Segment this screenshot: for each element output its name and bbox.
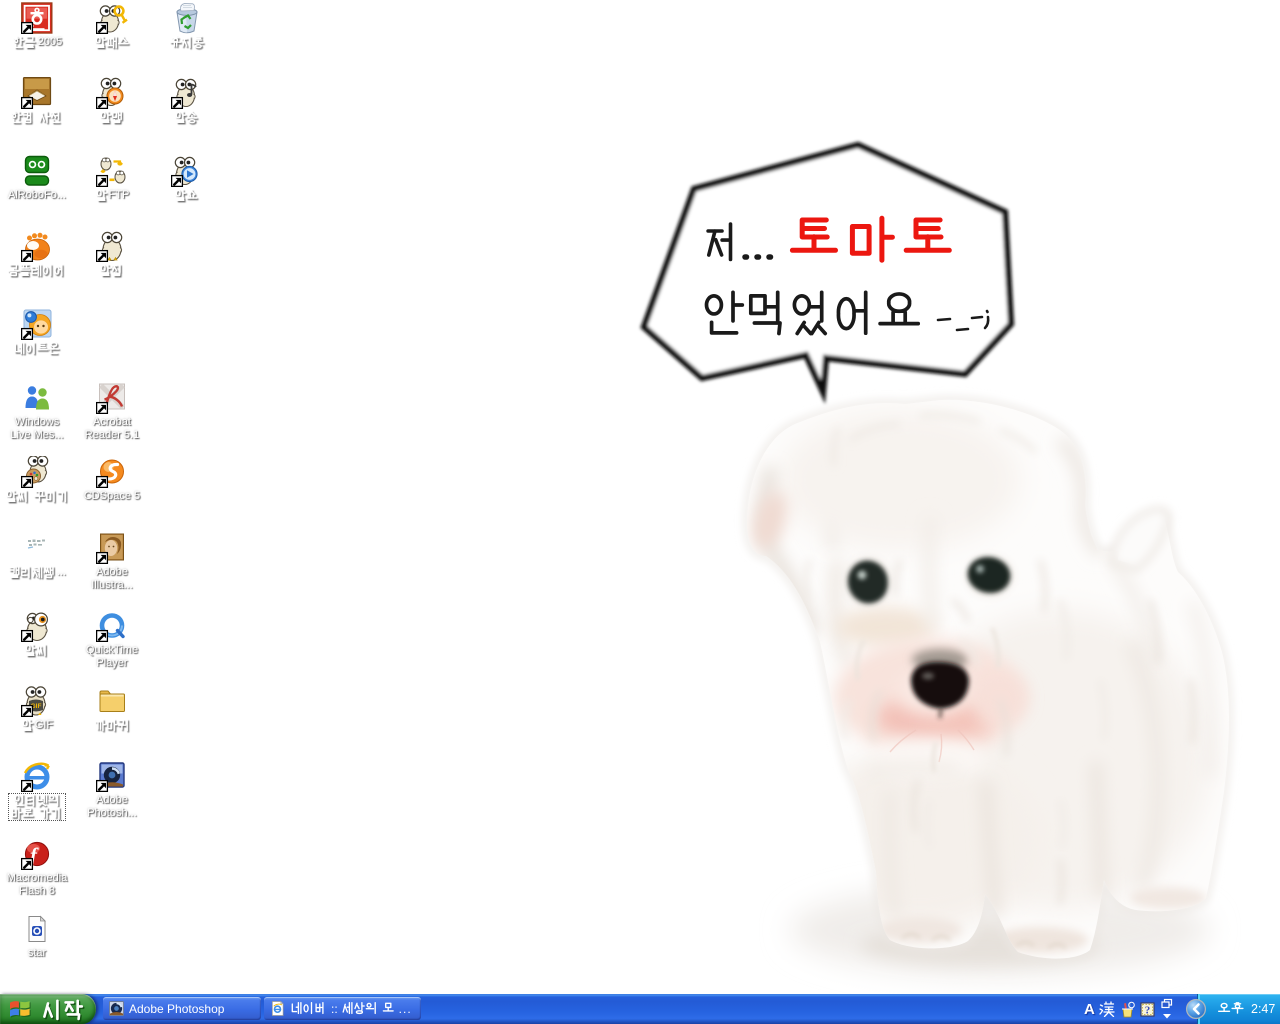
svg-text:?: ? — [1145, 1004, 1151, 1016]
